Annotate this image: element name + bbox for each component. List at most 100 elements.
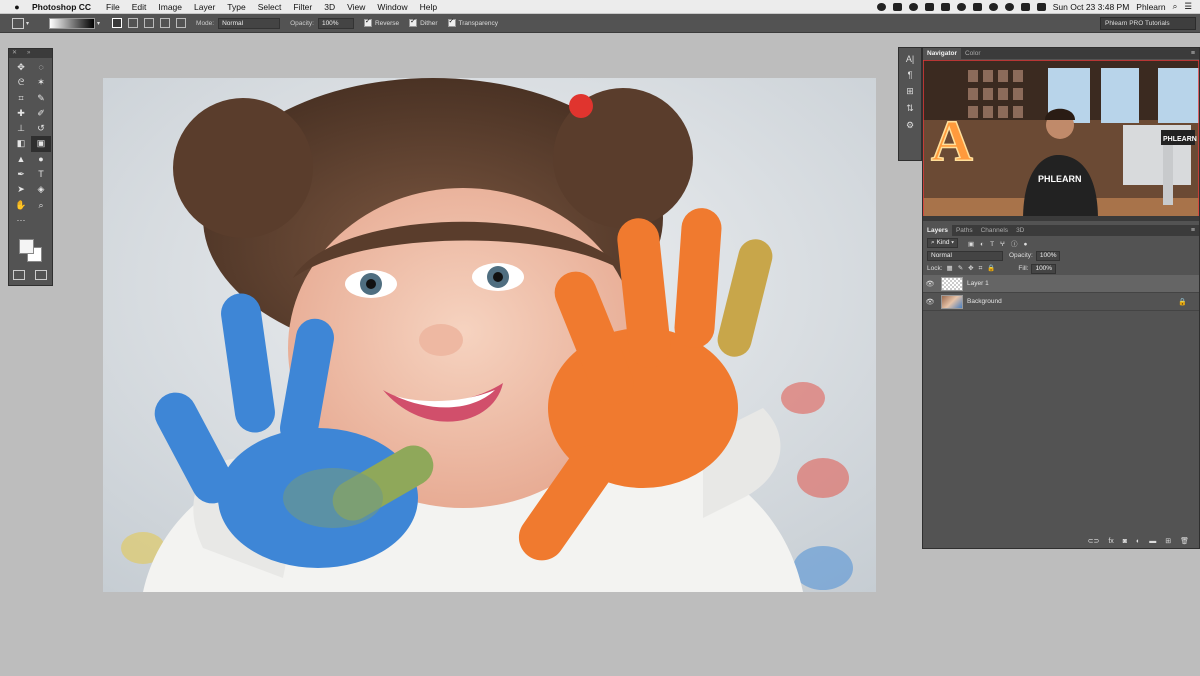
document-canvas[interactable] (103, 78, 876, 592)
menu-extra-icon[interactable] (892, 2, 902, 11)
battery-icon[interactable] (1036, 2, 1046, 11)
wifi-icon[interactable] (1020, 2, 1030, 11)
path-select-tool-icon[interactable]: ➤ (11, 182, 31, 197)
brush-tool-icon[interactable]: ✐ (31, 106, 51, 121)
lasso-tool-icon[interactable]: ᘓ (11, 75, 31, 90)
sync-icon[interactable] (956, 2, 966, 11)
menu-clock[interactable]: Sun Oct 23 3:48 PM (1053, 2, 1130, 12)
time-machine-icon[interactable] (1004, 2, 1014, 11)
diamond-gradient-button[interactable] (176, 18, 187, 28)
layer-opacity-field[interactable]: 100% (1035, 250, 1061, 261)
tab-layers[interactable]: Layers (923, 225, 952, 236)
visibility-eye-icon[interactable]: 👁 (923, 280, 937, 288)
menu-window[interactable]: Window (377, 2, 407, 12)
navigator-zoom-slider[interactable] (923, 216, 1199, 221)
filter-icons[interactable]: ▣◐Tⵖⓘ● (968, 238, 1033, 248)
layer-row-layer-1[interactable]: 👁 Layer 1 (923, 275, 1199, 293)
hand-tool-icon[interactable]: ✋ (11, 198, 31, 213)
panel-menu-icon[interactable]: ≡ (1191, 227, 1195, 234)
menu-layer[interactable]: Layer (194, 2, 215, 12)
notification-center-icon[interactable]: ☰ (1184, 1, 1192, 12)
foreground-color-swatch[interactable] (19, 239, 34, 254)
chevron-down-icon[interactable]: ▾ (26, 20, 29, 27)
history-panel-icon[interactable]: ⇅ (899, 103, 921, 114)
healing-tool-icon[interactable]: ✚ (11, 106, 31, 121)
menu-image[interactable]: Image (158, 2, 182, 12)
layer-kind-filter[interactable]: ⌕ Kind ▾ (927, 237, 959, 248)
zoom-tool-icon[interactable]: ⌕ (31, 198, 51, 213)
dodge-tool-icon[interactable]: ● (31, 152, 51, 167)
magic-wand-tool-icon[interactable]: ✶ (31, 75, 51, 90)
adjustment-icon[interactable]: ◐ (1136, 538, 1140, 545)
layer-name[interactable]: Background (967, 298, 1002, 305)
quick-mask-icon[interactable] (13, 270, 25, 280)
layer-fill-field[interactable]: 100% (1031, 263, 1057, 274)
chat-icon[interactable] (908, 2, 918, 11)
screen-mode-icon[interactable] (35, 270, 47, 280)
lock-icon[interactable]: 🔒 (1178, 298, 1187, 306)
adjustments-panel-icon[interactable]: ⊞ (899, 86, 921, 97)
eyedropper-tool-icon[interactable]: ✎ (31, 91, 51, 106)
spotlight-icon[interactable]: ⌕ (1173, 1, 1178, 12)
gradient-tool-icon[interactable]: ▣ (31, 136, 51, 152)
clock-icon[interactable] (988, 2, 998, 11)
navigator-preview[interactable]: A PHLEARN PHLEARN (923, 60, 1199, 221)
menu-filter[interactable]: Filter (293, 2, 312, 12)
menu-edit[interactable]: Edit (132, 2, 147, 12)
dither-checkbox[interactable]: Dither (409, 17, 438, 27)
tab-color[interactable]: Color (961, 48, 985, 59)
trash-icon[interactable]: 🗑 (1180, 537, 1189, 545)
gradient-picker[interactable] (49, 17, 96, 29)
mask-icon[interactable]: ◙ (1123, 538, 1127, 545)
panel-menu-icon[interactable]: ≡ (1191, 50, 1195, 57)
link-icon[interactable]: ⊂⊃ (1088, 537, 1100, 545)
workspace-switcher[interactable]: Phlearn PRO Tutorials (1100, 17, 1196, 30)
properties-panel-icon[interactable]: ⚙ (899, 120, 921, 131)
record-icon[interactable] (876, 2, 886, 11)
history-brush-tool-icon[interactable]: ↺ (31, 121, 51, 136)
menu-extra-icon[interactable] (940, 2, 950, 11)
tab-channels[interactable]: Channels (977, 225, 1012, 236)
blend-mode-select[interactable]: Normal (927, 250, 1003, 261)
linear-gradient-button[interactable] (112, 18, 123, 28)
menu-select[interactable]: Select (258, 2, 282, 12)
reverse-checkbox[interactable]: Reverse (363, 17, 399, 27)
app-menu[interactable]: Photoshop CC (32, 2, 91, 12)
mode-select[interactable]: Normal (218, 17, 281, 29)
eraser-tool-icon[interactable]: ◧ (11, 136, 31, 151)
marquee-tool-icon[interactable]: ◌ (31, 60, 51, 75)
character-panel-icon[interactable]: A| (899, 54, 921, 64)
menu-type[interactable]: Type (227, 2, 245, 12)
tab-navigator[interactable]: Navigator (923, 48, 961, 59)
opacity-field[interactable]: 100% (317, 17, 354, 29)
paragraph-panel-icon[interactable]: ¶ (899, 70, 921, 80)
type-tool-icon[interactable]: T (31, 167, 51, 182)
lock-icons[interactable]: ▦✎✥⌗🔒 (947, 264, 1001, 273)
folder-icon[interactable]: ▬ (1149, 538, 1156, 545)
blur-tool-icon[interactable]: ▲ (11, 152, 31, 167)
menu-user[interactable]: Phlearn (1136, 2, 1165, 12)
move-tool-icon[interactable]: ✥ (11, 60, 31, 75)
stamp-tool-icon[interactable]: ⊥ (11, 121, 31, 136)
layer-row-background[interactable]: 👁 Background 🔒 (923, 293, 1199, 311)
tab-3d[interactable]: 3D (1012, 225, 1028, 236)
tools-panel-header[interactable]: ✕ » (9, 49, 52, 58)
layer-name[interactable]: Layer 1 (967, 280, 989, 287)
menu-3d[interactable]: 3D (324, 2, 335, 12)
menu-help[interactable]: Help (420, 2, 437, 12)
pen-tool-icon[interactable]: ✒ (11, 167, 31, 182)
reflected-gradient-button[interactable] (160, 18, 171, 28)
menu-view[interactable]: View (347, 2, 365, 12)
transparency-checkbox[interactable]: Transparency (447, 17, 498, 27)
visibility-eye-icon[interactable]: 👁 (923, 298, 937, 306)
menu-file[interactable]: File (106, 2, 120, 12)
shape-tool-icon[interactable]: ◈ (31, 182, 51, 197)
more-tools-icon[interactable]: ··· (11, 213, 31, 228)
angle-gradient-button[interactable] (144, 18, 155, 28)
menu-extra-icon[interactable] (972, 2, 982, 11)
apple-menu-icon[interactable]: ● (10, 2, 24, 12)
crop-tool-icon[interactable]: ⌗ (11, 91, 31, 106)
tool-preset-icon[interactable] (12, 17, 24, 29)
radial-gradient-button[interactable] (128, 18, 139, 28)
tab-paths[interactable]: Paths (952, 225, 977, 236)
